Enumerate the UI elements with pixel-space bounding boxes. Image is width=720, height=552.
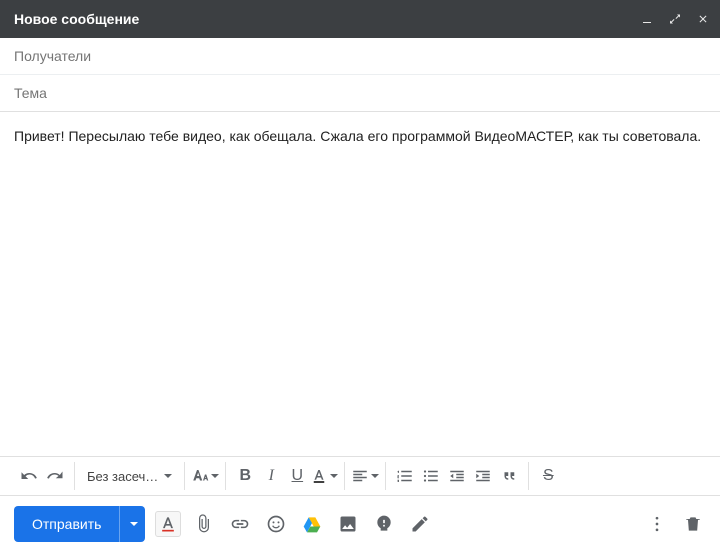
italic-button[interactable]: I [258,463,284,489]
discard-draft-button[interactable] [680,511,706,537]
chevron-down-icon [211,474,219,478]
send-row: Отправить [0,496,720,552]
compose-fields: Получатели Тема [0,38,720,112]
font-family-select[interactable]: Без засеч… [81,469,178,484]
recipients-field[interactable]: Получатели [0,38,720,75]
send-more-button[interactable] [119,506,145,542]
underline-button[interactable]: U [284,463,310,489]
header-controls [640,12,710,26]
insert-emoji-button[interactable] [263,511,289,537]
popout-icon[interactable] [668,12,682,26]
attach-file-button[interactable] [191,511,217,537]
more-options-button[interactable] [644,511,670,537]
body-text: Привет! Пересылаю тебе видео, как обещал… [14,128,701,144]
insert-link-button[interactable] [227,511,253,537]
chevron-down-icon [164,474,172,478]
bulleted-list-button[interactable] [418,463,444,489]
quote-button[interactable] [496,463,522,489]
close-icon[interactable] [696,12,710,26]
chevron-down-icon [330,474,338,478]
indent-more-button[interactable] [470,463,496,489]
align-button[interactable] [351,463,379,489]
minimize-icon[interactable] [640,12,654,26]
send-button-group: Отправить [14,506,145,542]
confidential-mode-button[interactable] [371,511,397,537]
text-color-button[interactable] [310,463,338,489]
chevron-down-icon [371,474,379,478]
formatting-toggle-button[interactable] [155,511,181,537]
format-toolbar: Без засеч… B I U [0,456,720,496]
undo-button[interactable] [16,463,42,489]
send-button[interactable]: Отправить [14,506,119,542]
redo-button[interactable] [42,463,68,489]
font-family-label: Без засеч… [87,469,158,484]
strikethrough-button[interactable]: S [535,463,561,489]
compose-header: Новое сообщение [0,0,720,38]
bold-button[interactable]: B [232,463,258,489]
insert-drive-button[interactable] [299,511,325,537]
indent-less-button[interactable] [444,463,470,489]
subject-field[interactable]: Тема [0,75,720,111]
insert-photo-button[interactable] [335,511,361,537]
insert-signature-button[interactable] [407,511,433,537]
attach-row [155,511,433,537]
compose-body[interactable]: Привет! Пересылаю тебе видео, как обещал… [0,112,720,456]
numbered-list-button[interactable] [392,463,418,489]
chevron-down-icon [130,522,138,526]
compose-title: Новое сообщение [14,11,640,27]
font-size-button[interactable] [191,463,219,489]
